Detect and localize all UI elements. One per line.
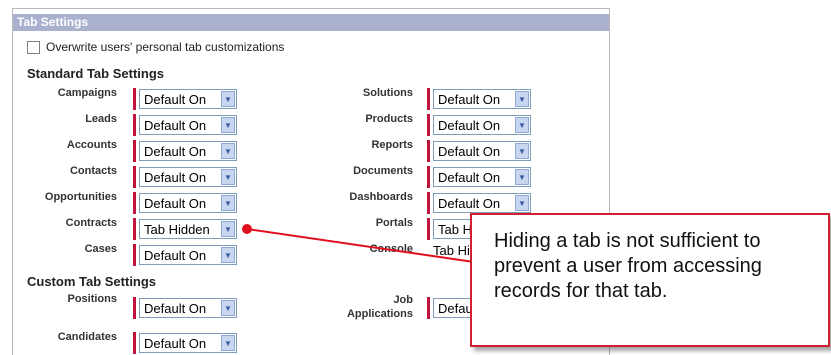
job-applications-label-line1: Job [393,294,413,306]
chevron-down-icon[interactable]: ▼ [515,143,529,159]
required-bar [133,166,136,188]
chevron-down-icon[interactable]: ▼ [515,91,529,107]
required-bar [427,166,430,188]
documents-select[interactable]: Default On ▼ [433,167,531,187]
solutions-label: Solutions [362,87,413,99]
job-applications-label-line2: Applications [346,308,413,320]
custom-section-title: Custom Tab Settings [27,274,157,289]
candidates-select[interactable]: Default On ▼ [139,333,237,353]
contacts-select[interactable]: Default On ▼ [139,167,237,187]
products-select[interactable]: Default On ▼ [433,115,531,135]
portals-label: Portals [375,217,413,229]
dashboards-select[interactable]: Default On ▼ [433,193,531,213]
chevron-down-icon[interactable]: ▼ [221,143,235,159]
campaigns-select[interactable]: Default On ▼ [139,89,237,109]
documents-label: Documents [353,165,413,177]
standard-section-title: Standard Tab Settings [27,66,164,81]
required-bar [133,114,136,136]
chevron-down-icon[interactable]: ▼ [515,169,529,185]
required-bar [427,114,430,136]
required-bar [427,88,430,110]
required-bar [133,244,136,266]
panel-header: Tab Settings [13,14,609,31]
opportunities-select[interactable]: Default On ▼ [139,193,237,213]
required-bar [427,192,430,214]
positions-select[interactable]: Default On ▼ [139,298,237,318]
opportunities-label: Opportunities [44,191,117,203]
accounts-label: Accounts [66,139,117,151]
required-bar [133,297,136,319]
overwrite-label: Overwrite users' personal tab customizat… [46,40,285,54]
overwrite-checkbox[interactable] [27,40,40,54]
chevron-down-icon[interactable]: ▼ [221,195,235,211]
chevron-down-icon[interactable]: ▼ [515,117,529,133]
contracts-select[interactable]: Tab Hidden ▼ [139,219,237,239]
candidates-label: Candidates [57,331,117,343]
campaigns-label: Campaigns [57,87,117,99]
products-label: Products [365,113,413,125]
positions-label: Positions [67,293,117,305]
required-bar [133,332,136,354]
required-bar [427,297,430,319]
leads-label: Leads [85,113,117,125]
cases-select[interactable]: Default On ▼ [139,245,237,265]
job-applications-label: Job Applications [313,293,413,321]
required-bar [427,140,430,162]
chevron-down-icon[interactable]: ▼ [221,91,235,107]
chevron-down-icon[interactable]: ▼ [221,300,235,316]
accounts-select[interactable]: Default On ▼ [139,141,237,161]
chevron-down-icon[interactable]: ▼ [221,169,235,185]
callout-box: Hiding a tab is not sufficient to preven… [470,213,830,347]
reports-select[interactable]: Default On ▼ [433,141,531,161]
required-bar [133,192,136,214]
leads-select[interactable]: Default On ▼ [139,115,237,135]
chevron-down-icon[interactable]: ▼ [515,195,529,211]
required-bar [427,218,430,240]
required-bar [133,140,136,162]
chevron-down-icon[interactable]: ▼ [221,221,235,237]
dashboards-label: Dashboards [349,191,413,203]
chevron-down-icon[interactable]: ▼ [221,335,235,351]
required-bar [133,88,136,110]
console-label: Console [369,243,413,255]
required-bar [133,218,136,240]
reports-label: Reports [371,139,413,151]
contracts-label: Contracts [65,217,117,229]
contacts-label: Contacts [69,165,117,177]
overwrite-row[interactable]: Overwrite users' personal tab customizat… [27,40,284,54]
chevron-down-icon[interactable]: ▼ [221,247,235,263]
cases-label: Cases [84,243,117,255]
solutions-select[interactable]: Default On ▼ [433,89,531,109]
chevron-down-icon[interactable]: ▼ [221,117,235,133]
